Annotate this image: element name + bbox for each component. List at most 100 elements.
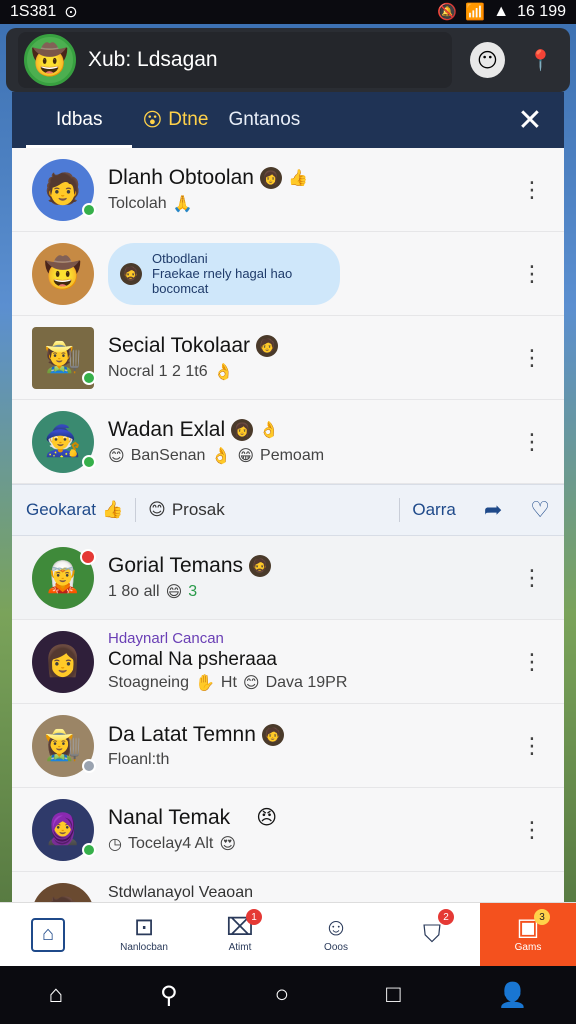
system-search-icon[interactable]: ⚲: [160, 981, 178, 1010]
more-options-icon[interactable]: ⋮: [520, 818, 544, 841]
list-item[interactable]: 👩‍🌾 Da Latat Temnn 🧑 Floanl:th ⋮: [12, 704, 564, 788]
nav-trophy[interactable]: ⛉ 2: [384, 903, 480, 966]
contact-name: Secial Tokolaar: [108, 333, 251, 357]
avatar: 🧑: [32, 882, 94, 904]
more-options-icon[interactable]: ⋮: [520, 346, 544, 369]
mini-avatar: 🧔: [120, 262, 142, 285]
system-profile-icon[interactable]: 👤: [498, 981, 528, 1010]
close-icon[interactable]: ✕: [510, 103, 550, 138]
profile-avatar[interactable]: 🤠: [24, 34, 76, 86]
sticker-icon: 😊: [108, 447, 125, 465]
mute-icon: 🔕: [437, 4, 458, 21]
system-home-icon[interactable]: ⌂: [49, 981, 64, 1009]
group-name: Hdaynarl Cancan: [108, 630, 224, 647]
avatar: 🧕: [32, 798, 96, 861]
ok-hand-icon: 👌: [259, 421, 280, 439]
grin-icon: 😄: [165, 583, 183, 601]
more-options-icon[interactable]: ⋮: [520, 734, 544, 757]
message-preview: Tolcolah: [108, 194, 167, 212]
list-item[interactable]: 🧕 Nanal Temak 😠 ◷ Tocelay4 Alt 😍 ⋮: [12, 788, 564, 872]
list-item[interactable]: 🧑‍🌾 Secial Tokolaar 🧑 Nocral 1 2 1t6 👌 ⋮: [12, 316, 564, 400]
more-options-icon[interactable]: ⋮: [520, 430, 544, 453]
nav-gams[interactable]: ▣ Gams 3: [480, 903, 576, 966]
mini-avatar: 👩: [259, 166, 282, 189]
list-item[interactable]: 👩 Hdaynarl Cancan Comal Na psheraaa Stoa…: [12, 620, 564, 704]
avatar-face-icon: 🤠: [31, 43, 69, 77]
system-nav-bar: ⌂ ⚲ ○ □ 👤: [0, 966, 576, 1024]
mini-avatar: 🧑: [256, 334, 279, 357]
clock-icon: ◷: [108, 836, 122, 853]
sticker-icon: 😁: [237, 447, 255, 465]
nav-ooos[interactable]: ☺ Ooos: [288, 903, 384, 966]
header-title-pill[interactable]: 🤠 Xub: Ldsagan: [18, 32, 452, 88]
ok-hand-icon: 👌: [213, 363, 234, 381]
system-recents-icon[interactable]: □: [386, 981, 401, 1009]
online-status-icon: [82, 370, 96, 385]
app-header: 🤠 Xub: Ldsagan 😶 📍: [6, 28, 570, 92]
mascot-icon[interactable]: 😶: [469, 42, 505, 78]
action-oarra[interactable]: Oarra: [412, 500, 455, 520]
avatar: 👩: [32, 630, 94, 693]
message-bubble[interactable]: 🧔 Otbodlani Fraekae rnely hagal hao boco…: [108, 242, 340, 305]
more-options-icon[interactable]: ⋮: [520, 178, 544, 201]
action-oarra-label: Oarra: [412, 500, 456, 519]
tab-dtne-label: Dtne: [168, 109, 209, 130]
list-item[interactable]: 🧑 Dlanh Obtoolan 👩 👍 Tolcolah 🙏 ⋮: [12, 148, 564, 232]
thumbs-up-icon: 👍: [101, 500, 124, 519]
nav-atimt-label: Atimt: [228, 942, 252, 953]
more-options-icon[interactable]: ⋮: [520, 650, 544, 673]
avatar: 👩‍🌾: [32, 714, 96, 777]
message-preview: Tocelay4 Alt: [127, 835, 214, 852]
list-item[interactable]: 🧑 Stdwlanayol Veaoan: [12, 872, 564, 904]
ok-hand-icon: 👌: [211, 447, 232, 465]
list-item[interactable]: 🤠 🧔 Otbodlani Fraekae rnely hagal hao bo…: [12, 232, 564, 316]
nav-nanlocban-label: Nanlocban: [120, 942, 168, 953]
tab-gntanos[interactable]: Gntanos: [218, 92, 310, 148]
avatar: 🧙: [32, 410, 96, 473]
praying-hands-icon: 🙏: [172, 195, 193, 213]
action-prosak[interactable]: 😊 Prosak: [148, 500, 225, 520]
list-item[interactable]: 🧝 Gorial Temans 🧔 1 8o all 😄 3 ⋮: [12, 536, 564, 620]
more-options-icon[interactable]: ⋮: [520, 262, 544, 285]
action-geokarat-label: Geokarat: [26, 500, 96, 519]
message-preview-extra: Ht: [220, 674, 237, 691]
tab-bar: Idbas 😮 Dtne Gntanos ✕: [12, 92, 564, 148]
thumbs-up-icon: 👍: [287, 169, 308, 187]
more-options-icon[interactable]: ⋮: [520, 566, 544, 589]
avatar: 🧑‍🌾: [32, 326, 96, 389]
avatar: 🧑: [32, 158, 96, 221]
tab-ideas-label: Idbas: [56, 109, 103, 130]
message-preview-extra: Pemoam: [260, 446, 325, 464]
contact-name: Dlanh Obtoolan: [108, 165, 254, 189]
online-status-icon: [82, 842, 96, 857]
message-preview: Floanl:th: [108, 750, 170, 768]
contact-name: Nanal Temak: [108, 805, 231, 829]
nav-home[interactable]: ⌂: [0, 903, 96, 966]
online-status-icon: [82, 202, 96, 217]
mini-avatar: 👩: [231, 418, 254, 441]
heart-icon[interactable]: ♡: [530, 497, 550, 523]
bubble-text-line: Fraekae rnely hagal hao: [152, 266, 293, 281]
action-bar: Geokarat 👍 😊 Prosak Oarra ➦ ♡: [12, 484, 564, 536]
message-preview: 1 8o all: [108, 582, 160, 600]
nav-badge: 1: [246, 909, 262, 925]
wifi-icon: 📶: [465, 4, 486, 21]
message-preview: BanSenan: [130, 446, 206, 464]
status-battery-text: 16 199: [517, 3, 566, 20]
angry-face-icon: 😠: [256, 807, 278, 829]
alert-pin-icon[interactable]: 📍: [523, 42, 558, 78]
nav-nanlocban[interactable]: ⊡ Nanlocban: [96, 903, 192, 966]
smile-icon: 😊: [242, 675, 260, 692]
tab-dtne[interactable]: 😮 Dtne: [132, 92, 218, 148]
system-circle-icon[interactable]: ○: [275, 981, 290, 1009]
action-geokarat[interactable]: Geokarat 👍: [26, 500, 123, 520]
tab-ideas[interactable]: Idbas: [26, 92, 133, 148]
heart-eyes-icon: 😍: [219, 836, 237, 853]
share-icon[interactable]: ➦: [484, 497, 502, 523]
divider: [399, 498, 401, 522]
divider: [135, 498, 137, 522]
contact-name: Gorial Temans: [108, 553, 244, 577]
nav-atimt[interactable]: ⌧ Atimt 1: [192, 903, 288, 966]
list-item[interactable]: 🧙 Wadan Exlal 👩 👌 😊 BanSenan 👌 😁 Pemoam ⋮: [12, 400, 564, 484]
bottom-nav: ⌂ ⊡ Nanlocban ⌧ Atimt 1 ☺ Ooos ⛉ 2 ▣ Gams 3: [0, 902, 576, 966]
